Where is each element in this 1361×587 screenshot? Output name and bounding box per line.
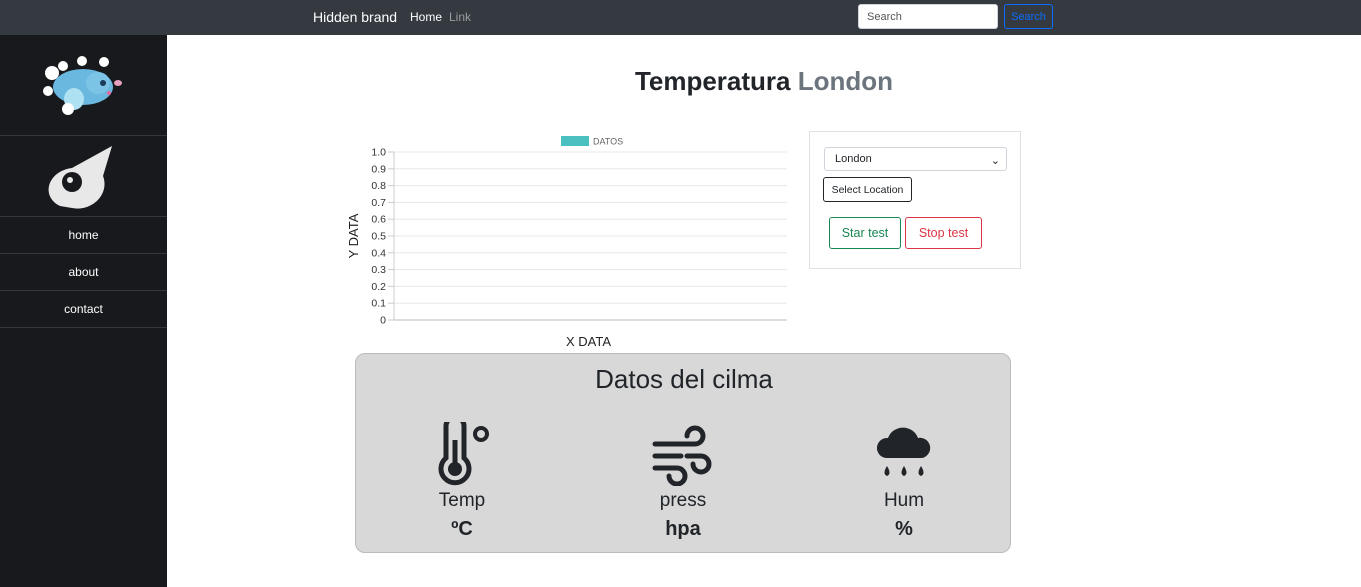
title-text: Temperatura [634, 66, 791, 96]
metric-hum-unit: % [895, 518, 913, 540]
navbar-brand[interactable]: Hidden brand [313, 9, 397, 25]
metric-temp-unit: ºC [451, 518, 473, 540]
y-axis-label: Y DATA [346, 213, 361, 258]
location-panel: London ⌄ Select Location Star test Stop … [809, 131, 1021, 269]
location-select-value: London [835, 153, 872, 165]
stop-test-button[interactable]: Stop test [905, 217, 982, 249]
y-tick-label: 0.1 [371, 298, 386, 310]
metric-press-label: press [659, 490, 707, 511]
sidebar: home about contact [0, 35, 167, 587]
climate-title: Datos del cilma [595, 364, 773, 394]
comet-logo [0, 136, 167, 217]
y-tick-label: 0.6 [371, 214, 386, 226]
title-city: London [797, 66, 894, 96]
comet-icon [48, 146, 112, 209]
metric-press-unit: hpa [665, 518, 701, 540]
cloud-rain-icon [876, 427, 931, 476]
metric-press: press hpa [628, 422, 738, 541]
thermometer-icon [438, 422, 489, 486]
metric-hum: Hum % [849, 422, 959, 541]
search-button[interactable]: Search [1004, 4, 1053, 29]
climate-panel: Datos del cilma Temp ºC press hpa Hum % [355, 353, 1011, 553]
x-axis-label: X DATA [566, 334, 611, 349]
top-navbar: Hidden brand Home Link Search [0, 0, 1361, 35]
y-tick-label: 0.7 [371, 197, 386, 209]
y-tick-label: 1.0 [371, 147, 386, 159]
location-select[interactable]: London ⌄ [824, 147, 1007, 171]
sidebar-item-home[interactable]: home [0, 217, 167, 254]
metric-temp-label: Temp [438, 490, 486, 511]
y-tick-label: 0.5 [371, 231, 386, 243]
y-tick-label: 0.3 [371, 264, 386, 276]
sidebar-item-contact[interactable]: contact [0, 291, 167, 328]
mascot-image [43, 56, 122, 115]
metric-hum-label: Hum [883, 490, 925, 511]
page-title: Temperatura London [167, 66, 1361, 97]
nav-home-link[interactable]: Home [410, 10, 442, 24]
y-tick-label: 0.4 [371, 247, 386, 259]
wind-icon [652, 425, 712, 486]
y-tick-label: 0 [380, 315, 386, 327]
legend-label: DATOS [593, 137, 623, 147]
y-tick-label: 0.2 [371, 281, 386, 293]
sidebar-item-about[interactable]: about [0, 254, 167, 291]
y-tick-label: 0.9 [371, 163, 386, 175]
data-chart: 1.0 0.9 0.8 0.7 0.6 0.5 0.4 0.3 0.2 0.1 0 DATOS X DA… [346, 136, 787, 349]
nav-link[interactable]: Link [449, 10, 471, 24]
chevron-down-icon: ⌄ [990, 155, 1000, 167]
mascot-logo [0, 35, 167, 136]
start-test-button[interactable]: Star test [829, 217, 901, 249]
search-input[interactable] [858, 4, 998, 29]
y-tick-label: 0.8 [371, 180, 386, 192]
metric-temp: Temp ºC [407, 422, 517, 541]
select-location-button[interactable]: Select Location [823, 177, 912, 202]
legend-swatch [561, 136, 589, 146]
